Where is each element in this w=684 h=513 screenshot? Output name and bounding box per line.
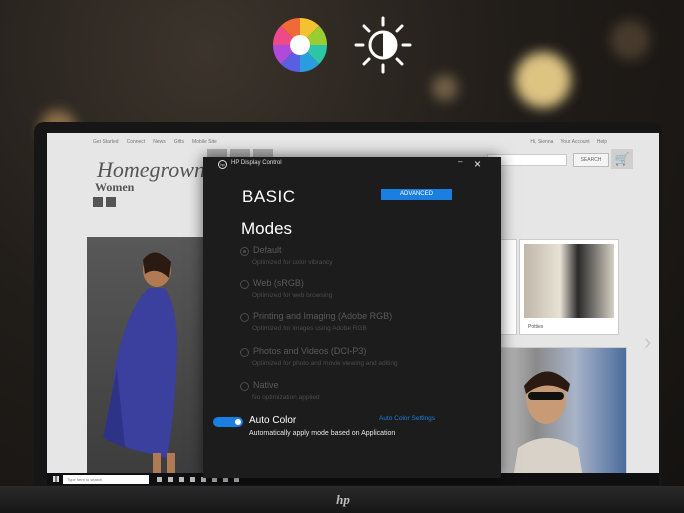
thumbnail-image bbox=[524, 244, 614, 318]
mode-label: Photos and Videos (DCI-P3) bbox=[253, 346, 367, 356]
hp-logo-icon: hp bbox=[336, 492, 350, 507]
site-nav-link[interactable]: Your Account bbox=[560, 139, 589, 145]
windows-start-icon[interactable] bbox=[53, 476, 59, 482]
basic-heading: BASIC bbox=[242, 187, 296, 206]
advanced-button[interactable]: ADVANCED bbox=[381, 189, 452, 200]
modes-heading: Modes bbox=[241, 219, 293, 238]
cart-icon[interactable]: 🛒 bbox=[611, 149, 633, 169]
auto-color-toggle[interactable] bbox=[213, 417, 243, 427]
bokeh-light bbox=[610, 20, 650, 60]
brightness-icon bbox=[354, 16, 412, 74]
mode-label: Web (sRGB) bbox=[253, 278, 304, 288]
model-figure bbox=[103, 252, 177, 483]
site-account-nav: Hi, Sienna Your Account Help bbox=[530, 139, 607, 145]
mode-description: No optimization applied bbox=[252, 394, 320, 401]
mode-radio[interactable] bbox=[240, 382, 249, 391]
site-nav-link[interactable]: Help bbox=[597, 139, 607, 145]
chevron-right-icon[interactable]: › bbox=[644, 329, 651, 355]
site-nav-link[interactable]: Get Started bbox=[93, 139, 119, 145]
site-nav-link[interactable]: Hi, Sienna bbox=[530, 139, 553, 145]
site-nav-link[interactable]: Connect bbox=[127, 139, 146, 145]
mode-radio[interactable] bbox=[240, 280, 249, 289]
site-nav: Get Started Connect News Gifts Mobile Si… bbox=[93, 139, 217, 145]
site-nav-link[interactable]: Mobile Site bbox=[192, 139, 217, 145]
auto-color-description: Automatically apply mode based on Applic… bbox=[249, 430, 396, 437]
mode-label: Printing and Imaging (Adobe RGB) bbox=[253, 311, 393, 321]
mode-label: Default bbox=[253, 245, 282, 255]
hp-logo-icon: hp bbox=[218, 160, 227, 169]
model-figure-right bbox=[512, 371, 584, 484]
mode-radio[interactable] bbox=[240, 313, 249, 322]
bokeh-light bbox=[432, 75, 458, 101]
site-search-button[interactable]: SEARCH bbox=[573, 153, 609, 167]
site-nav-link[interactable]: News bbox=[153, 139, 166, 145]
mode-radio[interactable] bbox=[240, 348, 249, 357]
hp-display-control-window: hp HP Display Control – × BASIC ADVANCED… bbox=[203, 157, 501, 478]
site-brand-buttons bbox=[93, 197, 116, 207]
taskbar-app-icon[interactable] bbox=[190, 476, 195, 482]
minimize-button[interactable]: – bbox=[458, 157, 462, 166]
close-button[interactable]: × bbox=[474, 157, 481, 171]
mode-description: Optimized for images using Adobe RGB bbox=[252, 325, 367, 332]
taskbar-app-icon[interactable] bbox=[157, 476, 162, 482]
mode-description: Optimized for color vibrancy bbox=[252, 259, 333, 266]
site-brand-sub: Women bbox=[95, 180, 135, 194]
next-icon[interactable] bbox=[106, 197, 116, 207]
thumbnail[interactable]: Potties bbox=[519, 239, 619, 335]
taskbar-app-icon[interactable] bbox=[168, 476, 173, 482]
mode-description: Optimized for photo and movie viewing an… bbox=[252, 360, 398, 367]
taskbar-search-input[interactable]: Type here to search bbox=[63, 474, 149, 484]
thumbnail-caption: Potties bbox=[528, 324, 544, 330]
title-bar: hp HP Display Control – × bbox=[203, 157, 501, 171]
model-photo-right bbox=[497, 347, 627, 485]
taskbar-app-icon[interactable] bbox=[179, 476, 184, 482]
mode-description: Optimized for web browsing bbox=[252, 292, 333, 299]
bokeh-light bbox=[515, 52, 571, 108]
auto-color-settings-link[interactable]: Auto Color Settings bbox=[379, 415, 435, 422]
mode-label: Native bbox=[253, 380, 279, 390]
color-wheel-icon bbox=[273, 17, 327, 73]
site-nav-link[interactable]: Gifts bbox=[174, 139, 184, 145]
window-title: HP Display Control bbox=[231, 160, 282, 166]
auto-color-label: Auto Color bbox=[249, 415, 297, 426]
thumbnail[interactable] bbox=[499, 239, 517, 335]
prev-icon[interactable] bbox=[93, 197, 103, 207]
mode-radio[interactable] bbox=[240, 247, 249, 256]
